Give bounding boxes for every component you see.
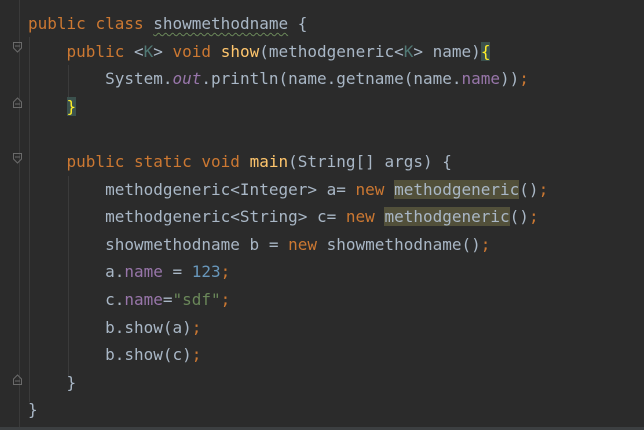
code-line-11: c.name="sdf"; <box>28 286 644 314</box>
code-editor[interactable]: public class showmethodname { public <K>… <box>28 10 644 424</box>
field-name: name <box>461 69 501 89</box>
string-literal: "sdf" <box>172 289 221 309</box>
code-line-14: } <box>28 369 644 397</box>
type-parameter: K <box>143 41 154 61</box>
code-line-3: System.out.println(name.getname(name.nam… <box>28 65 644 93</box>
semicolon: ; <box>220 262 231 282</box>
semicolon: ; <box>519 69 529 89</box>
code-text: System. <box>105 69 173 89</box>
semicolon: ; <box>220 289 231 309</box>
code-text: () <box>509 207 529 227</box>
warning-highlight: methodgeneric <box>394 179 520 199</box>
code-text: .println(name.getname(name. <box>201 69 462 89</box>
code-text: b.show(a) <box>105 317 192 337</box>
code-text: a. <box>105 262 125 282</box>
keyword: new <box>345 207 375 227</box>
code-text: showmethodname() <box>317 234 481 254</box>
keyword: class <box>95 14 144 33</box>
warning-highlight: methodgeneric <box>384 207 510 227</box>
keyword: void <box>172 41 212 61</box>
closing-brace: } <box>66 372 77 392</box>
fold-open-icon[interactable] <box>13 153 22 164</box>
method-name: show <box>220 41 260 61</box>
matched-brace: { <box>480 41 491 61</box>
code-text: = <box>162 262 192 282</box>
code-text: methodgeneric<Integer> a= <box>105 179 356 199</box>
code-line-8: methodgeneric<String> c= new methodgener… <box>28 203 644 231</box>
semicolon: ; <box>191 317 202 337</box>
code-line-6: public static void main(String[] args) { <box>28 148 644 176</box>
semicolon: ; <box>480 234 491 254</box>
code-text: (String[] args) { <box>288 151 452 171</box>
code-text: > <box>153 41 163 61</box>
code-line-12: b.show(a); <box>28 314 644 342</box>
code-line-13: b.show(c); <box>28 341 644 369</box>
code-text: { <box>288 14 308 33</box>
class-name: showmethodname <box>153 14 289 33</box>
field-name: name <box>124 262 163 282</box>
code-text: methodgeneric<String> c= <box>105 207 346 227</box>
keyword: public <box>66 151 125 171</box>
code-text: b.show(c) <box>105 345 192 365</box>
keyword: static <box>133 151 192 171</box>
semicolon: ; <box>191 345 202 365</box>
code-text: showmethodname b = <box>105 234 289 254</box>
code-text: () <box>519 179 539 199</box>
closing-brace: } <box>28 400 38 420</box>
code-line-4: } <box>28 93 644 121</box>
code-line-1: public class showmethodname { <box>28 10 644 38</box>
semicolon: ; <box>528 207 539 227</box>
editor-gutter <box>0 0 22 430</box>
semicolon: ; <box>538 179 549 199</box>
keyword: new <box>288 234 317 254</box>
keyword: new <box>355 179 385 199</box>
code-line-2: public <K> void show(methodgeneric<K> na… <box>28 38 644 66</box>
keyword: public <box>28 14 86 33</box>
field-name: name <box>124 289 163 309</box>
keyword: public <box>66 41 125 61</box>
gutter-divider <box>19 0 20 430</box>
code-line-9: showmethodname b = new showmethodname(); <box>28 231 644 259</box>
fold-open-icon[interactable] <box>13 42 22 53</box>
code-text: > name) <box>413 41 481 61</box>
type-parameter: K <box>403 41 414 61</box>
number-literal: 123 <box>191 262 221 282</box>
code-text: )) <box>500 69 520 89</box>
keyword: void <box>201 151 240 171</box>
fold-close-icon[interactable] <box>13 374 22 385</box>
code-line-7: methodgeneric<Integer> a= new methodgene… <box>28 176 644 204</box>
code-line-10: a.name = 123; <box>28 258 644 286</box>
static-field: out <box>172 69 202 89</box>
code-line-15: } <box>28 396 644 424</box>
method-name: main <box>249 151 289 171</box>
code-text: < <box>133 41 144 61</box>
code-text: (methodgeneric< <box>259 41 404 61</box>
fold-close-icon[interactable] <box>13 97 22 108</box>
matched-brace: } <box>66 96 77 116</box>
code-text: = <box>162 289 173 309</box>
code-text: c. <box>105 289 125 309</box>
